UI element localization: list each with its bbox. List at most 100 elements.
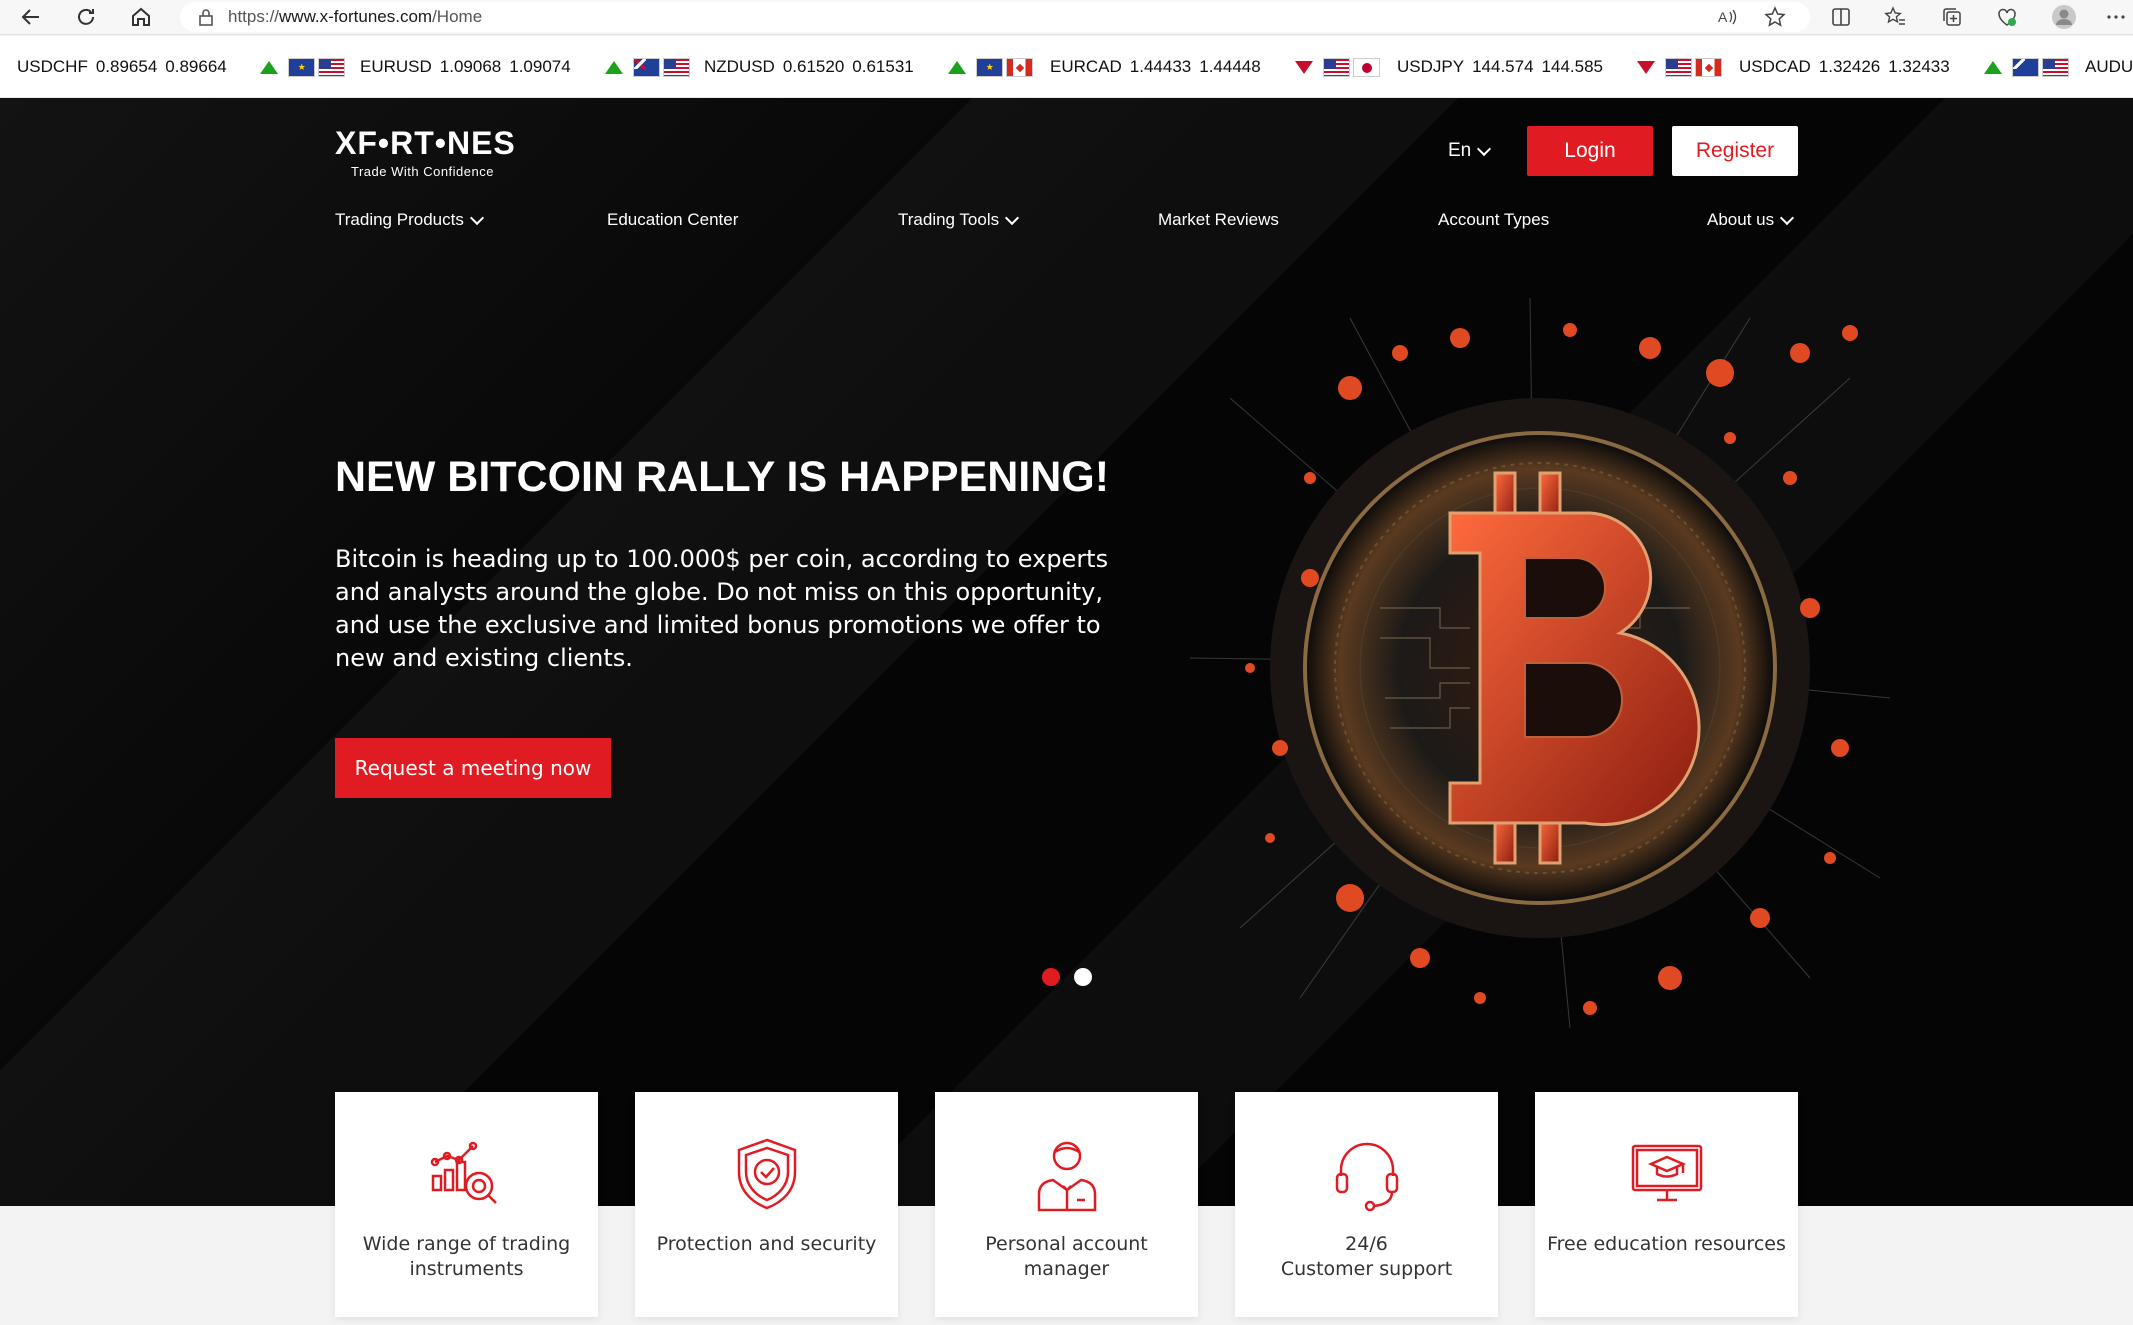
url-path: /Home: [432, 7, 483, 26]
request-meeting-button[interactable]: Request a meeting now: [335, 738, 611, 798]
ca-flag-icon: [1694, 57, 1722, 77]
register-button[interactable]: Register: [1672, 126, 1798, 176]
feature-card-account-manager[interactable]: Personal account manager: [935, 1092, 1198, 1317]
us-flag-icon: [317, 57, 345, 77]
browser-toolbar: https://www.x-fortunes.com/Home A: [0, 0, 2133, 35]
ticker-item-eurusd: EURUSD 1.09068 1.09074: [360, 36, 704, 97]
nav-label: Trading Products: [335, 210, 464, 229]
chevron-down-icon: [1477, 141, 1492, 156]
ticker-ask: 144.585: [1541, 57, 1603, 76]
collections-icon[interactable]: [1937, 2, 1967, 32]
support-text: Customer support: [1280, 1258, 1453, 1280]
favorites-icon[interactable]: [1880, 2, 1910, 32]
ticker-ask: 0.89664: [165, 57, 227, 76]
us-flag-icon: [1322, 57, 1350, 77]
au-flag-icon: [2011, 57, 2039, 77]
ticker-ask: 1.09074: [509, 57, 571, 76]
login-button[interactable]: Login: [1527, 126, 1653, 176]
hero-section: XF•RT•NES Trade With Confidence En Login…: [0, 98, 2133, 1206]
feature-card-support[interactable]: 24/6 Customer support: [1235, 1092, 1498, 1317]
ticker-symbol: USDCHF: [17, 57, 88, 76]
hero-description: Bitcoin is heading up to 100.000$ per co…: [335, 545, 1109, 672]
account-manager-icon: [1037, 1141, 1096, 1212]
back-icon[interactable]: [16, 2, 46, 32]
education-monitor-icon: [1631, 1144, 1702, 1202]
up-arrow-icon: [259, 60, 278, 74]
us-flag-icon: [1664, 57, 1692, 77]
ticker-item-usdjpy: USDJPY 144.574 144.585: [1397, 36, 1736, 97]
ticker-ask: 1.44448: [1199, 57, 1261, 76]
nav-trading-products[interactable]: Trading Products: [335, 205, 484, 235]
nav-trading-tools[interactable]: Trading Tools: [898, 205, 1020, 235]
read-aloud-icon[interactable]: A: [1712, 2, 1742, 32]
nav-label: Market Reviews: [1158, 210, 1279, 229]
language-label: En: [1448, 140, 1472, 161]
down-arrow-icon: [1636, 60, 1655, 74]
feature-label: Personal account manager: [985, 1233, 1148, 1280]
chevron-down-icon: [1780, 210, 1795, 225]
nav-label: About us: [1707, 210, 1775, 229]
lock-icon: [198, 8, 214, 26]
address-bar[interactable]: https://www.x-fortunes.com/Home: [180, 2, 1810, 32]
us-flag-icon: [2041, 57, 2069, 77]
feature-card-protection[interactable]: Protection and security: [635, 1092, 898, 1317]
ticker-item-usdchf: USDCHF 0.89654 0.89664: [17, 36, 359, 97]
favorite-star-icon[interactable]: [1760, 2, 1790, 32]
home-icon[interactable]: [126, 2, 156, 32]
shield-check-icon: [737, 1138, 796, 1210]
up-arrow-icon: [947, 60, 966, 74]
feature-label: Wide range of trading instruments: [362, 1233, 571, 1280]
up-arrow-icon: [1983, 60, 2002, 74]
chevron-down-icon: [1005, 210, 1020, 225]
nav-education-center[interactable]: Education Center: [607, 205, 738, 235]
browser-essentials-icon[interactable]: [1992, 2, 2022, 32]
feature-card-education[interactable]: Free education resources: [1535, 1092, 1798, 1317]
ticker-bid: 1.32426: [1818, 57, 1881, 76]
ticker-item-nzdusd: NZDUSD 0.61520 0.61531: [704, 36, 1047, 97]
jp-flag-icon: [1352, 57, 1380, 77]
ticker-item-audu: AUDU: [2085, 36, 2133, 97]
slide-dot-1[interactable]: [1042, 968, 1060, 986]
nav-label: Education Center: [607, 210, 739, 229]
nav-account-types[interactable]: Account Types: [1438, 205, 1549, 235]
url-host: www.x-fortunes.com: [279, 7, 433, 26]
site-logo[interactable]: XF•RT•NES Trade With Confidence: [335, 125, 516, 179]
more-options-icon[interactable]: [2101, 2, 2131, 32]
ticker-bid: 1.09068: [439, 57, 502, 76]
ticker-symbol: EURCAD: [1050, 57, 1122, 76]
language-selector[interactable]: En: [1448, 140, 1492, 162]
hero-title: NEW BITCOIN RALLY IS HAPPENING!: [335, 453, 1110, 501]
ticker-symbol: EURUSD: [360, 57, 432, 76]
ticker-ask: 0.61531: [852, 57, 914, 76]
ticker-ask: 1.32433: [1888, 57, 1950, 76]
currency-ticker: USDCHF 0.89654 0.89664 EURUSD 1.09068 1.…: [0, 36, 2133, 98]
up-arrow-icon: [604, 60, 623, 74]
nav-market-reviews[interactable]: Market Reviews: [1158, 205, 1279, 235]
split-screen-icon[interactable]: [1826, 2, 1856, 32]
ticker-symbol: USDJPY: [1397, 57, 1465, 76]
eu-flag-icon: [287, 57, 315, 77]
profile-avatar-icon[interactable]: [2049, 2, 2079, 32]
refresh-icon[interactable]: [71, 2, 101, 32]
feature-card-instruments[interactable]: Wide range of trading instruments: [335, 1092, 598, 1317]
nz-flag-icon: [632, 57, 660, 77]
slide-dot-2[interactable]: [1074, 968, 1092, 986]
ticker-bid: 1.44433: [1129, 57, 1192, 76]
headset-icon: [1335, 1142, 1398, 1212]
chart-search-icon: [430, 1141, 497, 1204]
feature-label: Protection and security: [656, 1233, 877, 1255]
ticker-symbol: NZDUSD: [704, 57, 775, 76]
ticker-item-eurcad: EURCAD 1.44433 1.44448: [1050, 36, 1394, 97]
chevron-down-icon: [469, 210, 484, 225]
svg-text:A: A: [1718, 9, 1728, 25]
ticker-symbol: USDCAD: [1739, 57, 1811, 76]
url-prefix: https://: [228, 7, 280, 26]
ticker-bid: 0.89654: [95, 57, 158, 76]
feature-label: Free education resources: [1547, 1233, 1786, 1255]
bitcoin-illustration: [1189, 297, 1891, 1029]
nav-about-us[interactable]: About us: [1707, 205, 1795, 235]
support-hours: 24/6: [1345, 1233, 1388, 1255]
ticker-bid: 144.574: [1472, 57, 1534, 76]
us-flag-icon: [662, 57, 690, 77]
feature-label: 24/6 Customer support: [1245, 1232, 1488, 1282]
